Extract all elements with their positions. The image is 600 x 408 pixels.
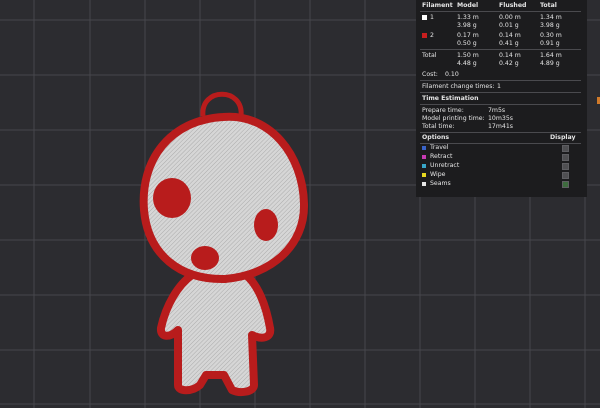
filament-2-total-length: 0.30 m — [540, 32, 562, 39]
model-printing-time-value: 10m35s — [488, 115, 513, 122]
total-model-length: 1.50 m — [457, 52, 479, 59]
filament-2-id: 2 — [430, 32, 434, 39]
filament-2-swatch — [422, 33, 427, 38]
keychain-ring — [200, 91, 244, 117]
total-total-length: 1.64 m — [540, 52, 562, 59]
display-title: Display — [550, 134, 576, 141]
unretract-display-checkbox[interactable] — [562, 163, 569, 170]
filament-2-flushed-weight: 0.41 g — [499, 40, 519, 47]
seams-label: Seams — [430, 180, 451, 187]
filament-2-model-weight: 0.50 g — [457, 40, 477, 47]
total-total-weight: 4.89 g — [540, 60, 560, 67]
model-body — [156, 271, 275, 397]
filament-1-flushed-weight: 0.01 g — [499, 22, 519, 29]
filament-col-header: Filament — [422, 2, 453, 9]
travel-color-swatch — [422, 146, 426, 150]
wipe-display-checkbox[interactable] — [562, 172, 569, 179]
filament-1-model-length: 1.33 m — [457, 14, 479, 21]
total-time-value: 17m41s — [488, 123, 513, 130]
total-flushed-weight: 0.42 g — [499, 60, 519, 67]
seams-color-swatch — [422, 182, 426, 186]
model-right-eye — [254, 209, 278, 241]
filament-change-label: Filament change times: — [422, 83, 495, 90]
total-time-label: Total time: — [422, 123, 455, 130]
seams-display-checkbox[interactable] — [562, 181, 569, 188]
total-col-header: Total — [540, 2, 557, 9]
total-flushed-length: 0.14 m — [499, 52, 521, 59]
filament-2-model-length: 0.17 m — [457, 32, 479, 39]
total-label: Total — [422, 52, 437, 59]
cost-label: Cost: — [422, 71, 438, 78]
filament-2-flushed-length: 0.14 m — [499, 32, 521, 39]
model-printing-time-label: Model printing time: — [422, 115, 485, 122]
retract-color-swatch — [422, 155, 426, 159]
total-model-weight: 4.48 g — [457, 60, 477, 67]
time-estimation-title: Time Estimation — [422, 95, 479, 102]
flushed-col-header: Flushed — [499, 2, 527, 9]
wipe-color-swatch — [422, 173, 426, 177]
model-mouth — [191, 246, 219, 270]
filament-change-value: 1 — [497, 83, 501, 90]
unretract-label: Unretract — [430, 162, 460, 169]
filament-1-total-weight: 3.98 g — [540, 22, 560, 29]
wipe-label: Wipe — [430, 171, 446, 178]
cost-value: 0.10 — [445, 71, 459, 78]
filament-1-total-length: 1.34 m — [540, 14, 562, 21]
filament-1-swatch — [422, 15, 427, 20]
unretract-color-swatch — [422, 164, 426, 168]
filament-2-total-weight: 0.91 g — [540, 40, 560, 47]
keychain-figure-model[interactable] — [139, 91, 309, 397]
retract-display-checkbox[interactable] — [562, 154, 569, 161]
filament-1-id: 1 — [430, 14, 434, 21]
retract-label: Retract — [430, 153, 453, 160]
model-left-eye — [153, 178, 191, 218]
prepare-time-value: 7m5s — [488, 107, 506, 114]
options-title: Options — [422, 134, 450, 141]
filament-1-model-weight: 3.98 g — [457, 22, 477, 29]
filament-1-flushed-length: 0.00 m — [499, 14, 521, 21]
prepare-time-label: Prepare time: — [422, 107, 464, 114]
model-col-header: Model — [457, 2, 479, 9]
travel-label: Travel — [430, 144, 449, 151]
travel-display-checkbox[interactable] — [562, 145, 569, 152]
